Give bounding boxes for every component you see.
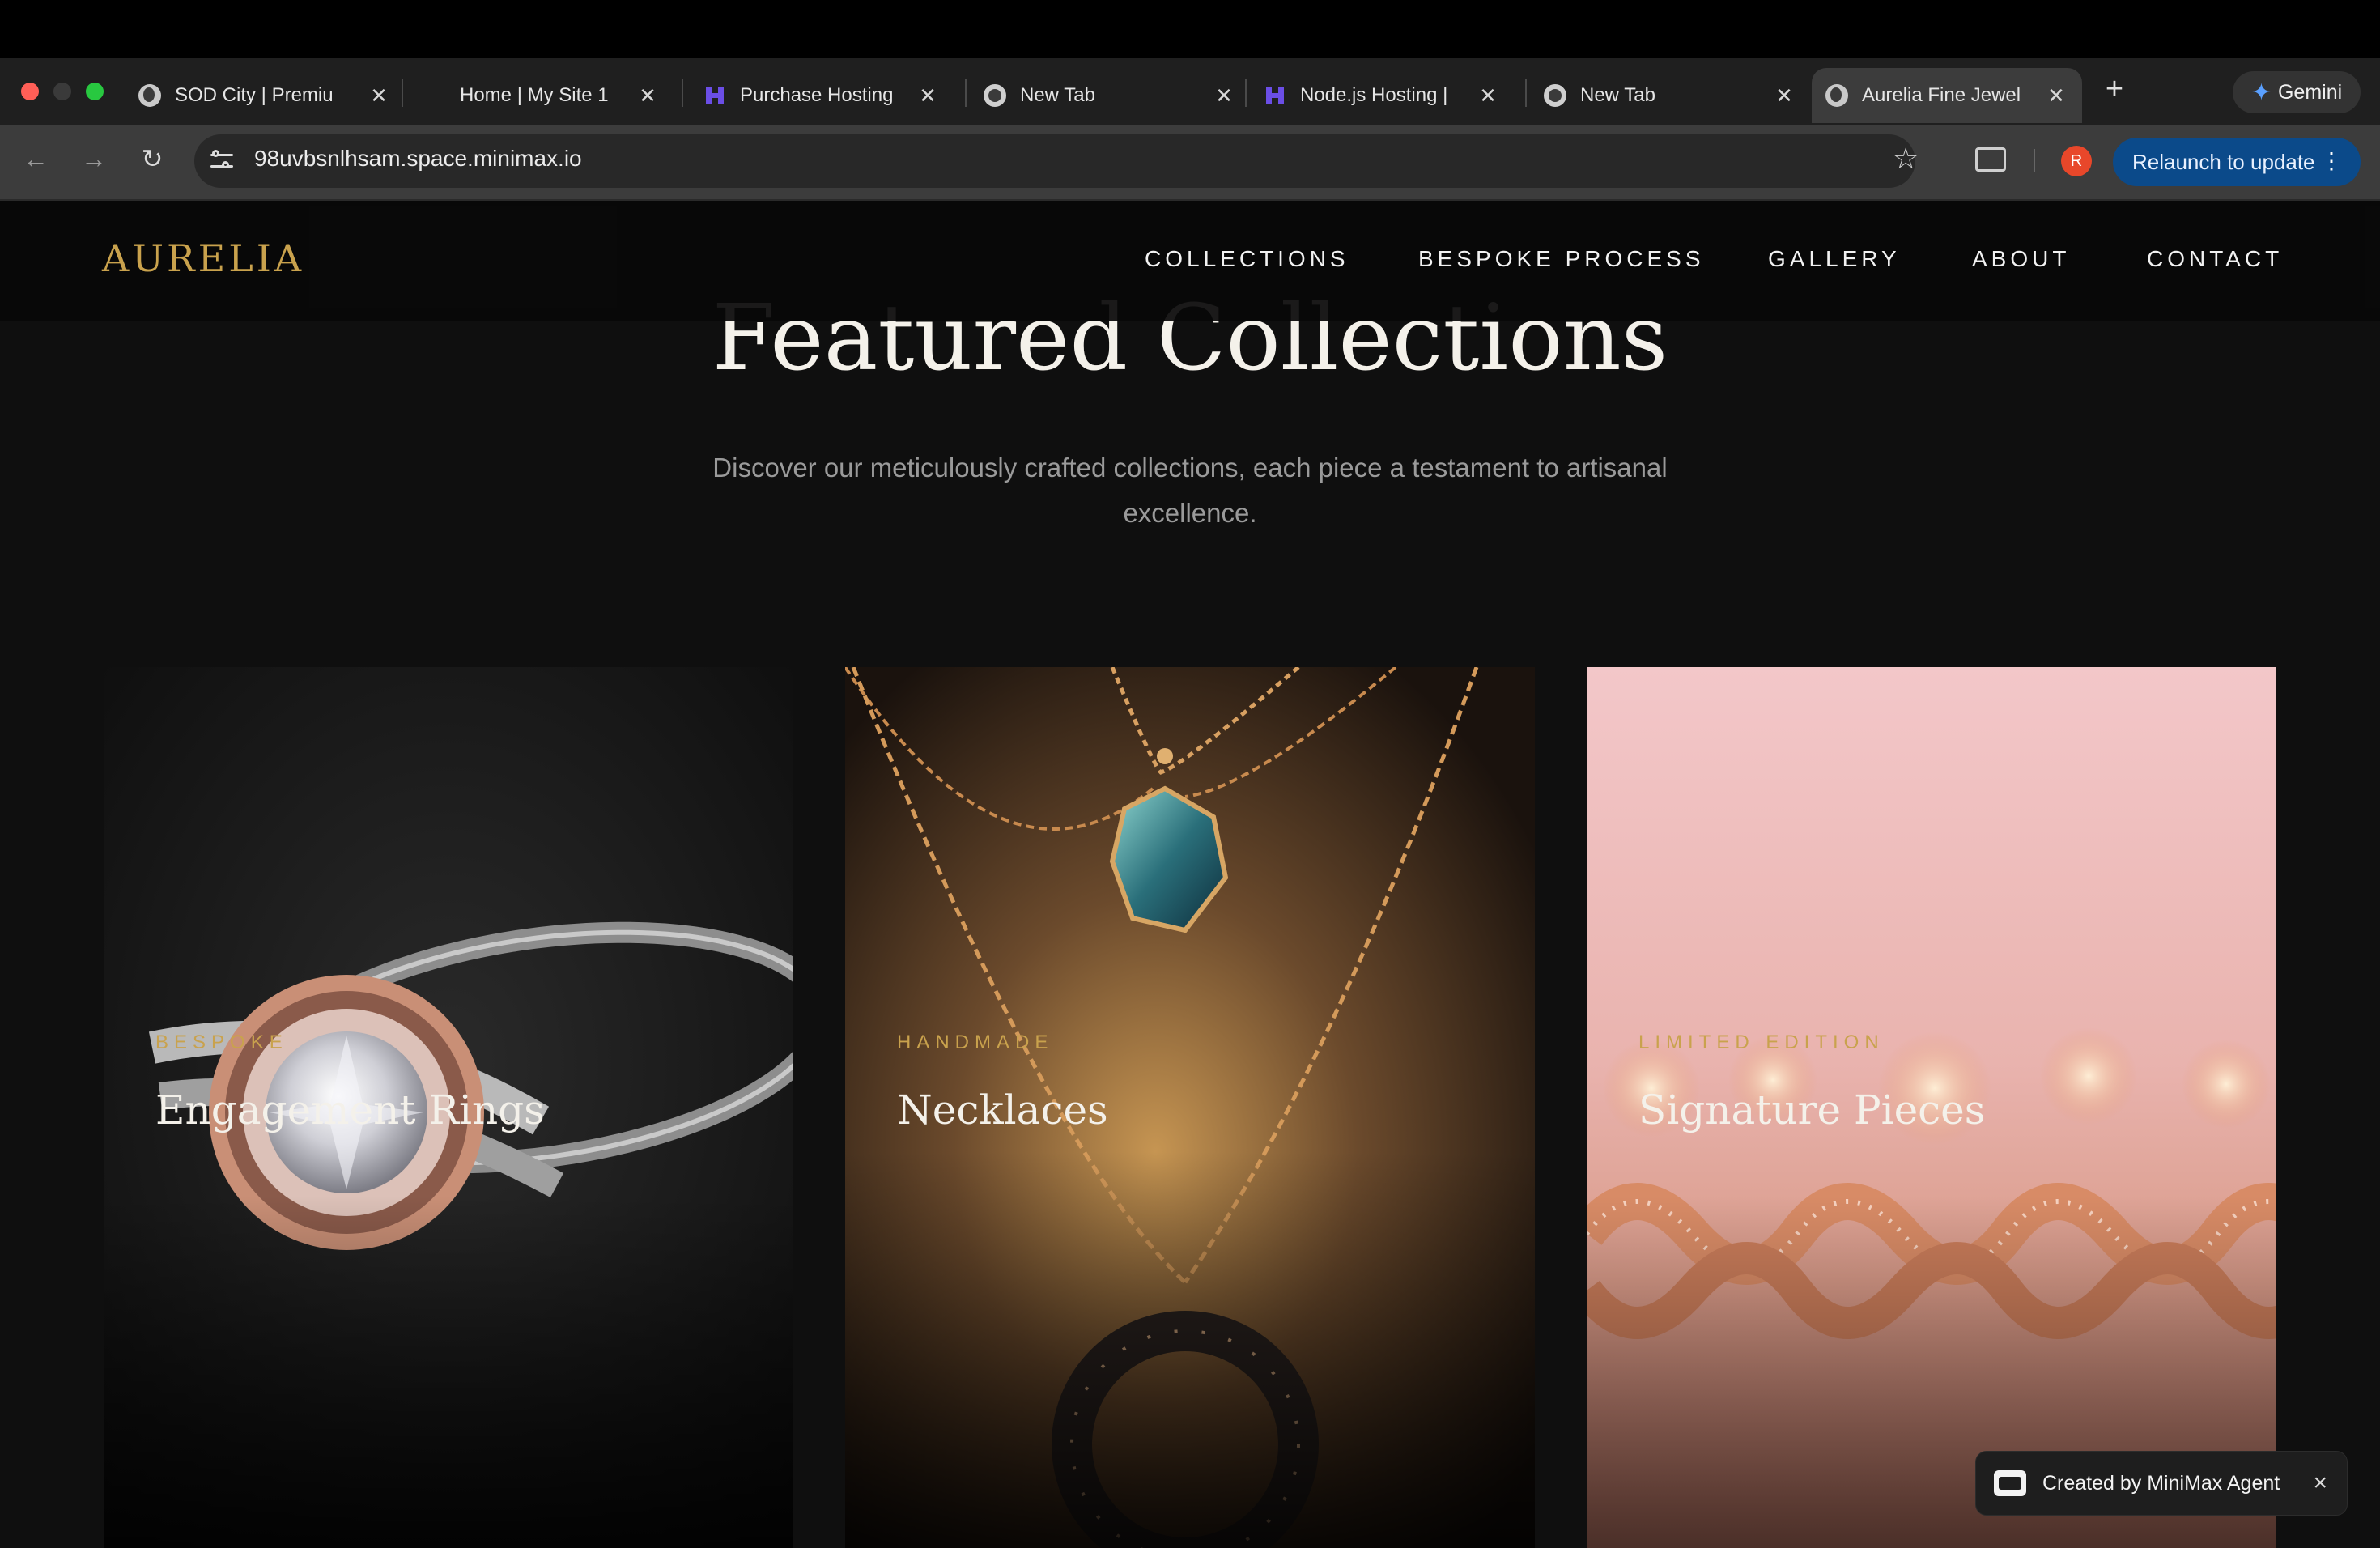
new-tab-button[interactable]: +	[2098, 74, 2131, 107]
back-arrow-icon[interactable]: ←	[19, 142, 52, 175]
chrome-icon	[983, 83, 1007, 108]
globe-icon	[138, 83, 162, 108]
browser-tab[interactable]: New Tab ✕	[1543, 68, 1810, 123]
forward-arrow-icon[interactable]: →	[78, 142, 110, 175]
reload-icon[interactable]: ↻	[136, 142, 168, 175]
card-title[interactable]: Necklaces	[897, 1087, 1108, 1133]
card-title[interactable]: Signature Pieces	[1638, 1087, 1985, 1133]
tab-title: Purchase Hosting	[740, 84, 894, 106]
minimax-logo-icon	[1994, 1470, 2026, 1496]
url-text[interactable]: 98uvbsnlhsam.space.minimax.io	[254, 146, 582, 172]
profile-avatar[interactable]: R	[2061, 146, 2092, 176]
bookmark-star-icon[interactable]: ☆	[1893, 142, 1919, 175]
browser-tab[interactable]: Node.js Hosting | ✕	[1263, 68, 1514, 123]
browser-tab[interactable]: New Tab ✕	[983, 68, 1250, 123]
close-window-button[interactable]	[21, 83, 39, 100]
tab-title: New Tab	[1020, 84, 1095, 106]
tab-separator	[965, 79, 967, 107]
relaunch-to-update-button[interactable]: Relaunch to update ⋮	[2113, 138, 2361, 186]
close-tab-icon[interactable]: ✕	[916, 84, 939, 107]
gemini-button[interactable]: ✦ Gemini	[2233, 71, 2361, 113]
site-logo[interactable]: AURELIA	[102, 236, 304, 280]
tab-title: Aurelia Fine Jewel	[1862, 84, 2021, 106]
card-eyebrow: LIMITED EDITION	[1638, 1031, 1885, 1053]
tab-title: Home | My Site 1	[460, 84, 609, 106]
close-icon[interactable]: ×	[2313, 1471, 2327, 1495]
close-tab-icon[interactable]: ✕	[368, 84, 390, 107]
card-eyebrow: HANDMADE	[897, 1031, 1054, 1053]
tab-separator	[1245, 79, 1247, 107]
collection-card-signature-pieces[interactable]: LIMITED EDITION Signature Pieces	[1587, 667, 2276, 1548]
tab-separator	[402, 79, 403, 107]
browser-tab[interactable]: SOD City | Premiu ✕	[138, 68, 405, 123]
blank-favicon-icon	[423, 83, 447, 108]
collection-card-engagement-rings[interactable]: BESPOKE Engagement Rings	[104, 667, 793, 1548]
close-tab-icon[interactable]: ✕	[1477, 84, 1499, 107]
nav-link-about[interactable]: ABOUT	[1972, 246, 2070, 272]
close-tab-icon[interactable]: ✕	[1773, 84, 1796, 107]
screen-top-bar	[0, 0, 2380, 58]
browser-tab[interactable]: Purchase Hosting ✕	[703, 68, 954, 123]
collection-card-necklaces[interactable]: HANDMADE Necklaces	[845, 667, 1535, 1548]
more-vert-icon[interactable]: ⋮	[2320, 149, 2343, 173]
tab-separator	[1525, 79, 1527, 107]
hostinger-icon	[1263, 83, 1287, 108]
globe-icon	[1825, 83, 1849, 108]
gemini-sparkle-icon: ✦	[2250, 79, 2272, 106]
minimize-window-button[interactable]	[53, 83, 71, 100]
tab-title: New Tab	[1580, 84, 1655, 106]
close-tab-icon[interactable]: ✕	[636, 84, 659, 107]
browser-tab-active[interactable]: Aurelia Fine Jewel ✕	[1812, 68, 2082, 123]
hostinger-icon	[703, 83, 727, 108]
site-settings-icon[interactable]	[207, 146, 236, 175]
relaunch-label: Relaunch to update	[2132, 149, 2315, 174]
created-by-badge[interactable]: Created by MiniMax Agent ×	[1975, 1451, 2348, 1516]
nav-link-gallery[interactable]: GALLERY	[1768, 246, 1901, 272]
section-subtitle: Discover our meticulously crafted collec…	[712, 453, 1668, 528]
tab-search-icon[interactable]	[1975, 147, 2006, 172]
browser-tab[interactable]: Home | My Site 1 ✕	[423, 68, 674, 123]
card-title[interactable]: Engagement Rings	[155, 1087, 545, 1133]
site-header: AURELIA COLLECTIONS BESPOKE PROCESS GALL…	[0, 201, 2380, 321]
nav-link-collections[interactable]: COLLECTIONS	[1145, 246, 1349, 272]
tab-title: Node.js Hosting |	[1300, 84, 1448, 106]
web-page: Featured Collections Discover our meticu…	[0, 201, 2380, 1548]
nav-link-contact[interactable]: CONTACT	[2147, 246, 2283, 272]
card-eyebrow: BESPOKE	[155, 1031, 288, 1053]
close-tab-icon[interactable]: ✕	[2045, 84, 2068, 107]
tab-title: SOD City | Premiu	[175, 84, 334, 106]
tab-separator	[682, 79, 683, 107]
badge-label: Created by MiniMax Agent	[2042, 1471, 2280, 1495]
toolbar-separator	[2034, 149, 2035, 172]
gemini-label: Gemini	[2277, 80, 2343, 104]
nav-link-bespoke-process[interactable]: BESPOKE PROCESS	[1418, 246, 1705, 272]
maximize-window-button[interactable]	[86, 83, 104, 100]
close-tab-icon[interactable]: ✕	[1213, 84, 1235, 107]
chrome-icon	[1543, 83, 1567, 108]
